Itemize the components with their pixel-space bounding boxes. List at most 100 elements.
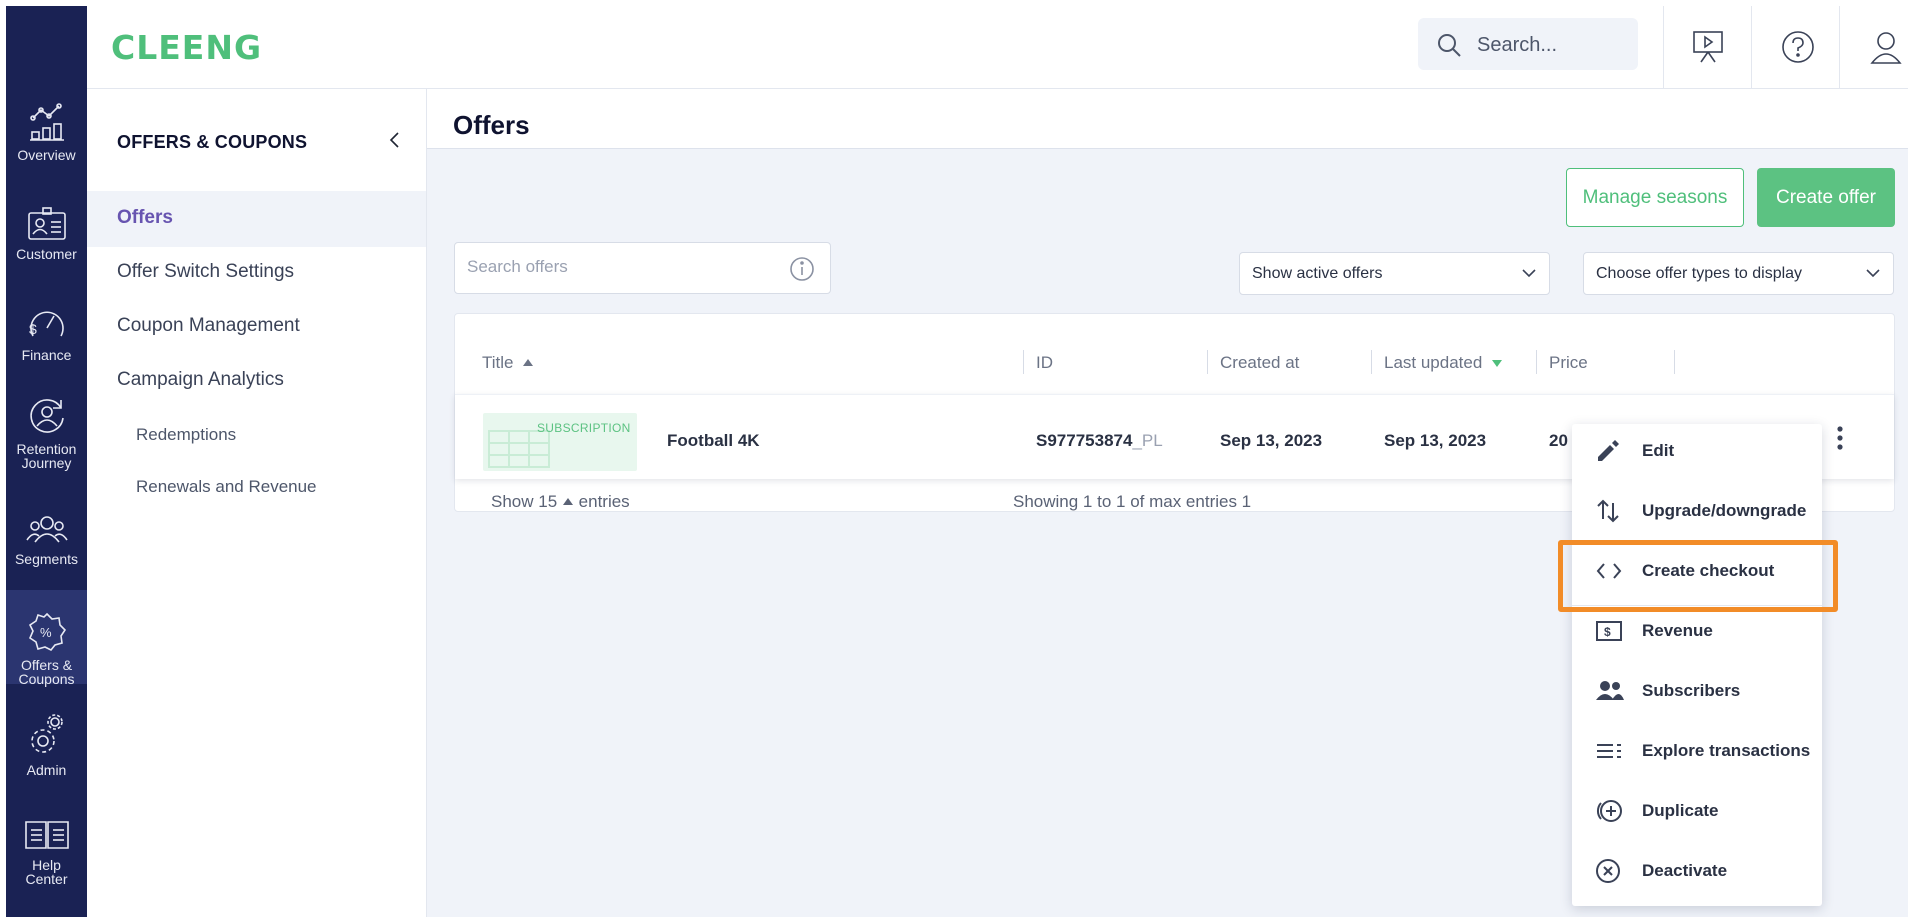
chevron-down-icon [1522, 269, 1536, 278]
rail-item-label: Admin [26, 762, 67, 778]
page-size-show-label: Show [491, 492, 534, 511]
rail-item-label: Finance [21, 347, 72, 363]
caret-up-icon [562, 498, 573, 505]
offer-price: 20 [1549, 431, 1568, 450]
offer-title[interactable]: Football 4K [667, 431, 760, 451]
column-header-created-at[interactable]: Created at [1220, 353, 1299, 373]
column-divider [1207, 350, 1208, 374]
subnav-subitem-renewals-and-revenue[interactable]: Renewals and Revenue [136, 477, 317, 497]
column-header-last-updated[interactable]: Last updated [1384, 353, 1503, 373]
offer-types-value: Choose offer types to display [1596, 265, 1803, 282]
subnav-item-coupon-management[interactable]: Coupon Management [87, 299, 426, 355]
rail-item-help-center[interactable]: Help Center [6, 818, 87, 886]
menu-item-subscribers[interactable]: Subscribers [1572, 664, 1822, 720]
pencil-icon [1598, 440, 1619, 461]
menu-item-label: Explore transactions [1642, 741, 1811, 760]
tutorials-button[interactable] [1663, 6, 1751, 89]
svg-text:%: % [40, 625, 52, 640]
table-summary: Showing 1 to 1 of max entries 1 [1013, 492, 1252, 511]
chevron-left-icon[interactable] [387, 130, 403, 150]
subnav-item-campaign-analytics[interactable]: Campaign Analytics [87, 353, 426, 409]
menu-item-deactivate[interactable]: Deactivate [1572, 844, 1822, 900]
app-frame: Overview Customer $ Finance Retention Jo… [6, 6, 1908, 917]
rail-item-customer[interactable]: Customer [6, 207, 87, 261]
row-actions-menu: Edit Upgrade/downgrade Create checkout $… [1572, 424, 1822, 906]
column-header-label: Title [482, 353, 514, 372]
section-title: OFFERS & COUPONS [117, 132, 308, 152]
svg-text:$: $ [29, 321, 37, 337]
rail-item-finance[interactable]: $ Finance [6, 304, 87, 362]
gears-icon [30, 714, 63, 753]
menu-item-label: Deactivate [1642, 861, 1728, 880]
sort-desc-icon [1492, 360, 1503, 367]
offer-created-at: Sep 13, 2023 [1220, 431, 1323, 450]
menu-item-revenue[interactable]: $ Revenue [1572, 604, 1822, 660]
manage-seasons-button[interactable]: Manage seasons [1566, 168, 1744, 227]
help-button[interactable] [1751, 6, 1839, 89]
swap-vertical-icon [1597, 499, 1619, 523]
people-icon [1596, 681, 1624, 700]
account-button[interactable] [1839, 6, 1908, 89]
column-divider [1371, 350, 1372, 374]
column-header-title[interactable]: Title [482, 353, 534, 373]
subnav-item-label: Offer Switch Settings [117, 261, 295, 282]
search-offers-input[interactable] [467, 257, 767, 277]
info-icon[interactable] [789, 256, 815, 282]
column-header-label: Last updated [1384, 353, 1483, 372]
rail-item-label: Segments [14, 551, 79, 567]
offer-status-value: Show active offers [1252, 265, 1383, 282]
user-cycle-icon [29, 399, 64, 433]
menu-item-upgrade-downgrade[interactable]: Upgrade/downgrade [1572, 484, 1822, 540]
offer-types-select[interactable]: Choose offer types to display [1583, 252, 1894, 295]
page-header: Offers [427, 89, 1908, 149]
subnav-subitem-redemptions[interactable]: Redemptions [136, 425, 236, 445]
menu-item-explore-transactions[interactable]: Explore transactions [1572, 724, 1822, 780]
gauge-dollar-icon: $ [29, 311, 64, 337]
offer-id-main: S977753874 [1036, 431, 1133, 450]
rail-item-label: Overview [17, 147, 76, 163]
column-divider [1023, 350, 1024, 374]
search-icon [1438, 34, 1461, 57]
rail-item-label: Retention Journey [16, 441, 77, 471]
rail-item-offers-coupons[interactable]: % Offers & Coupons [6, 590, 87, 686]
menu-item-label: Duplicate [1642, 801, 1719, 820]
column-header-price[interactable]: Price [1549, 353, 1588, 373]
cleeng-logo[interactable]: CLEENG [111, 28, 262, 67]
main-rail: Overview Customer $ Finance Retention Jo… [6, 6, 87, 917]
column-divider [1674, 350, 1675, 374]
rail-item-segments[interactable]: Segments [6, 514, 87, 566]
more-vertical-icon[interactable] [1834, 425, 1846, 451]
list-icon [1597, 744, 1621, 758]
column-divider [1536, 350, 1537, 374]
help-circle-icon [1782, 31, 1814, 63]
global-search[interactable]: Search... [1418, 18, 1638, 70]
subnav-item-label: Campaign Analytics [117, 369, 284, 390]
create-checkout-highlight [1558, 540, 1838, 612]
subnav-item-offer-switch-settings[interactable]: Offer Switch Settings [87, 245, 426, 301]
search-offers-field [454, 242, 831, 294]
users-group-icon [25, 516, 68, 543]
column-header-id[interactable]: ID [1036, 353, 1053, 373]
dollar-bill-icon: $ [1596, 621, 1622, 641]
presentation-play-icon [1693, 31, 1723, 63]
menu-item-edit[interactable]: Edit [1572, 424, 1822, 480]
sort-asc-icon [523, 359, 534, 366]
page-title: Offers [453, 110, 530, 140]
offer-id-suffix: _PL [1132, 431, 1163, 450]
rail-item-admin[interactable]: Admin [6, 713, 87, 777]
top-bar: CLEENG Search... [87, 6, 1908, 89]
create-offer-button[interactable]: Create offer [1757, 168, 1895, 227]
page-size-control[interactable]: Show 15 entries [491, 492, 630, 512]
offer-id: S977753874_PL [1036, 431, 1163, 451]
menu-item-duplicate[interactable]: Duplicate [1572, 784, 1822, 840]
chevron-down-icon [1866, 269, 1880, 278]
offer-status-select[interactable]: Show active offers [1239, 252, 1550, 295]
book-icon [24, 821, 69, 849]
chart-line-icon [29, 103, 64, 141]
subnav-item-label: Offers [117, 207, 173, 228]
rail-item-retention-journey[interactable]: Retention Journey [6, 396, 87, 470]
percent-badge-icon: % [28, 612, 66, 652]
rail-item-overview[interactable]: Overview [6, 102, 87, 162]
subnav-item-offers[interactable]: Offers [87, 191, 426, 247]
svg-text:$: $ [1604, 625, 1611, 639]
